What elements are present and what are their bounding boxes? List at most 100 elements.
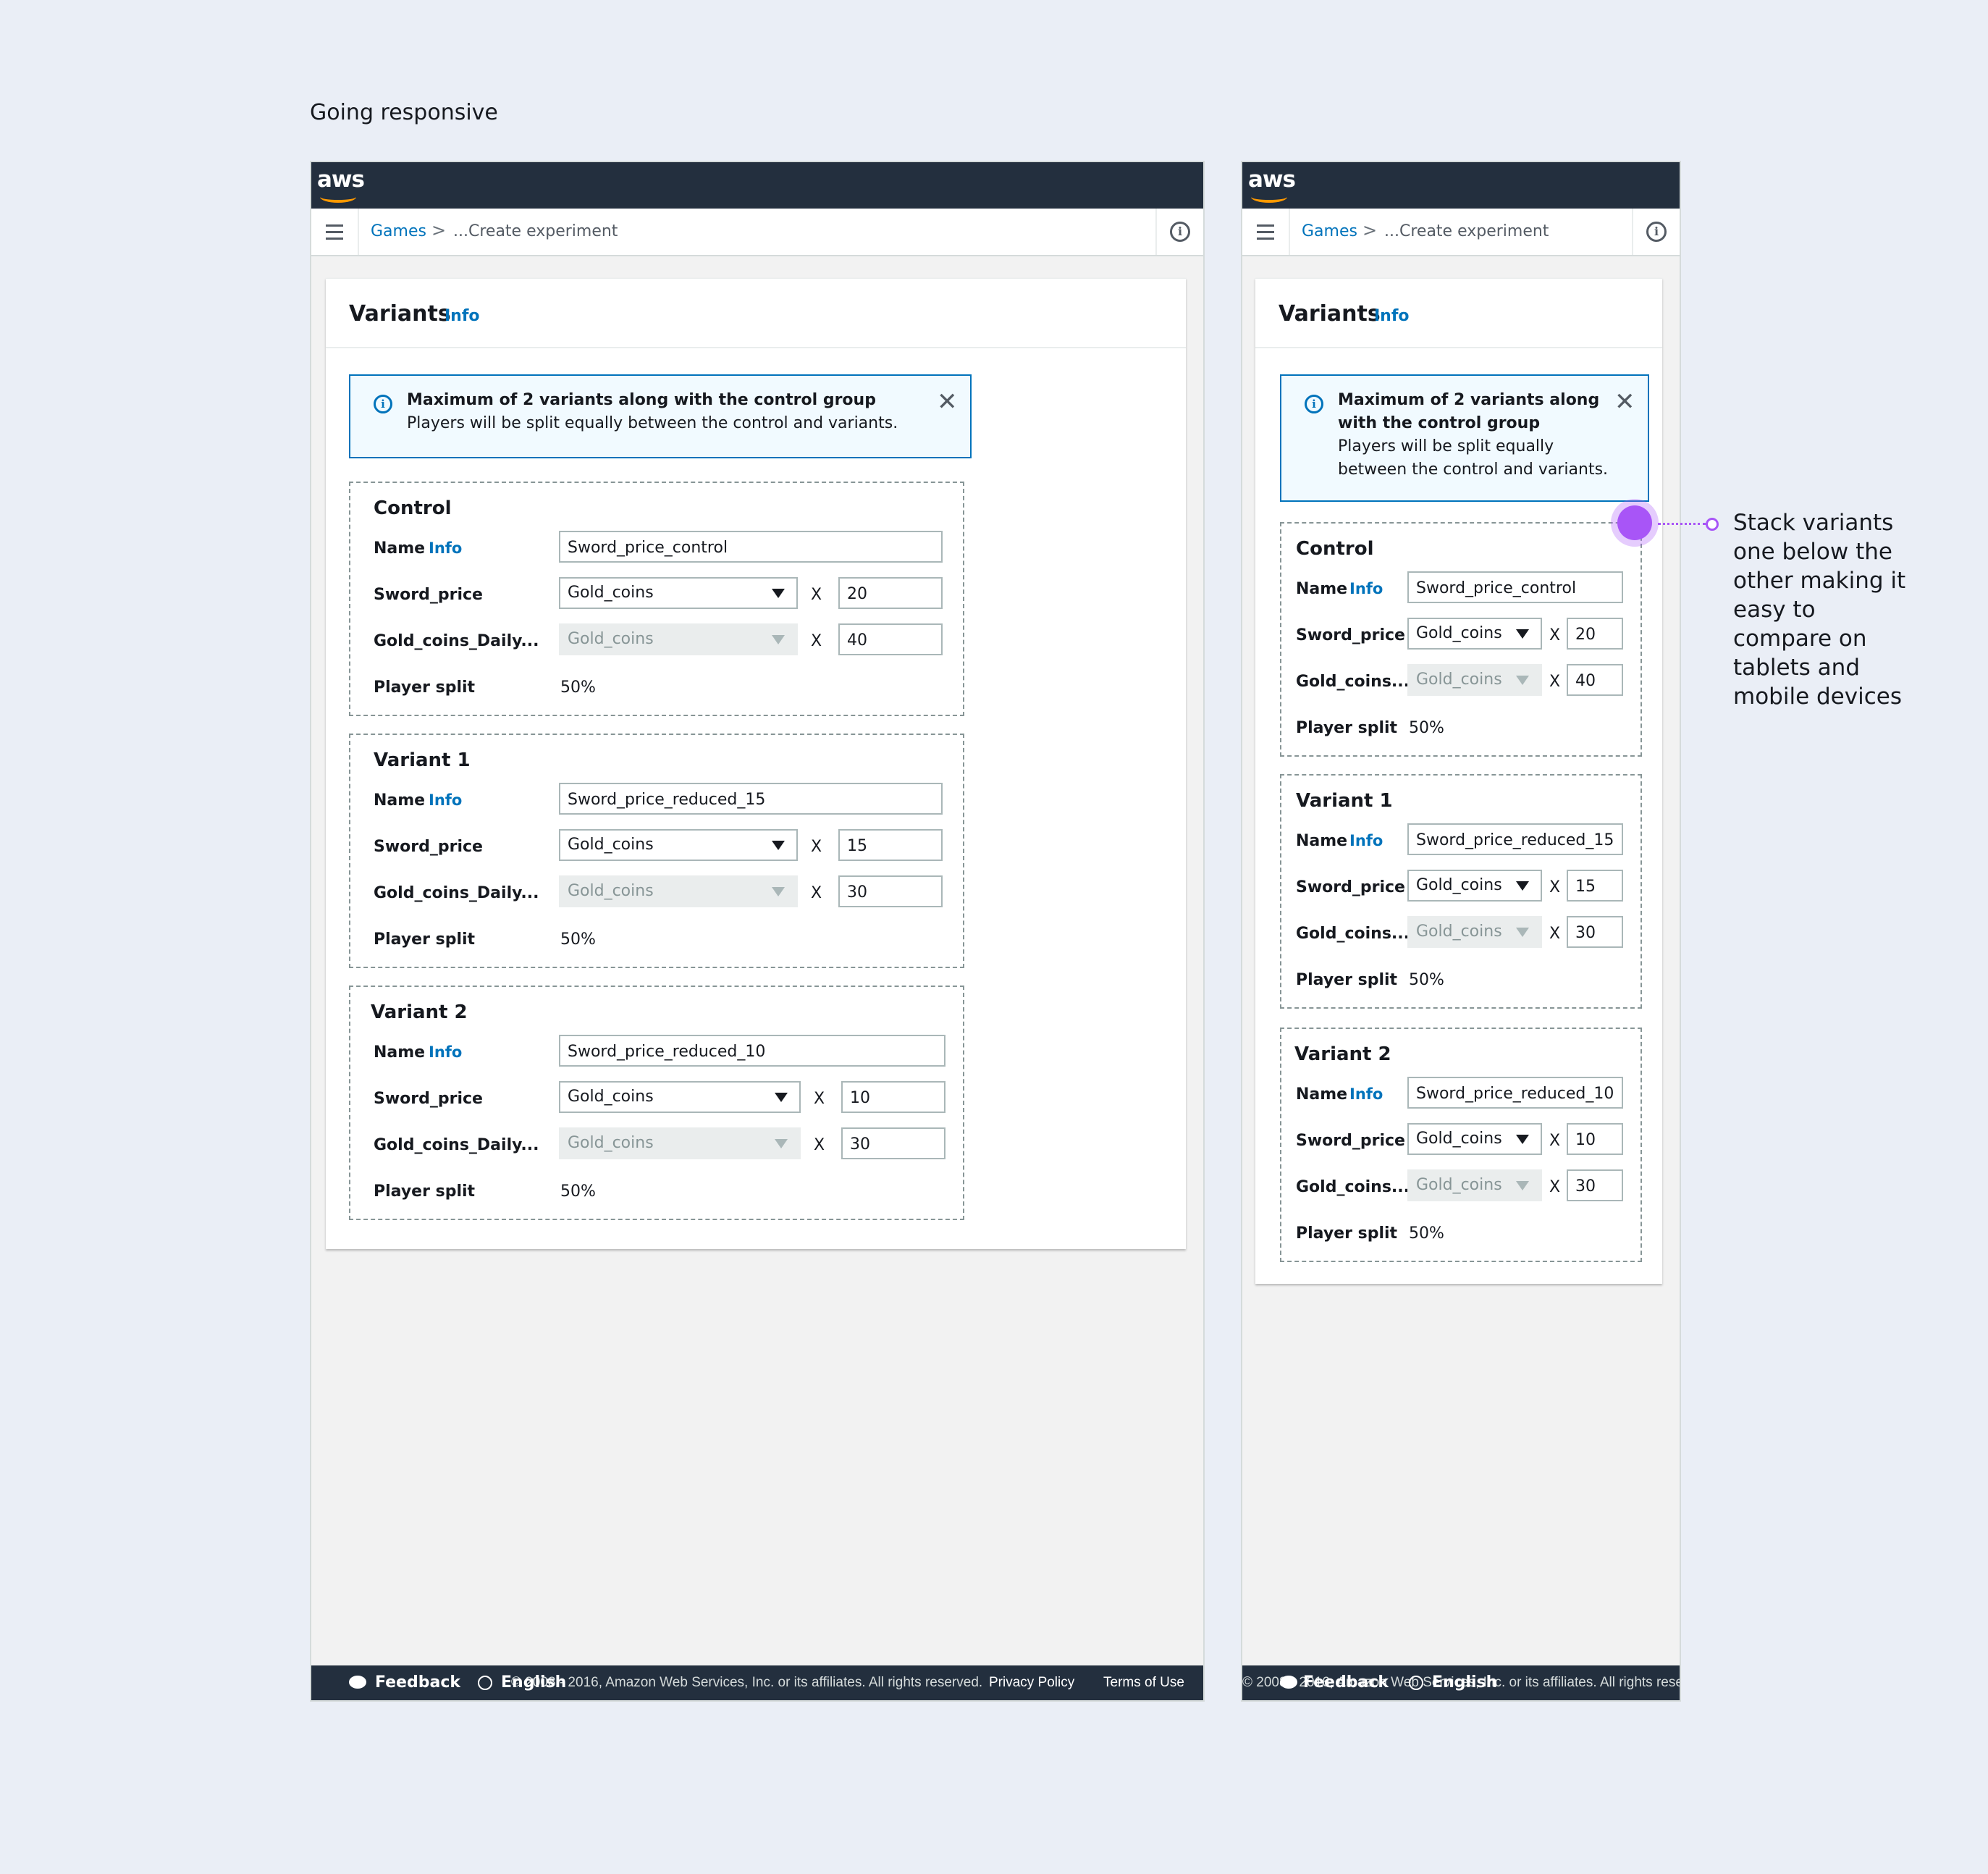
price-input[interactable]: 20	[838, 577, 943, 609]
callout-line-6: tablets and	[1733, 655, 1860, 681]
daily-input[interactable]: 30	[841, 1127, 945, 1159]
sword-price-label: Sword_price	[374, 1090, 483, 1108]
variant-group-1: Variant 1 Name Info Sword_price_reduced_…	[349, 734, 964, 968]
daily-input[interactable]: 30	[838, 875, 943, 907]
currency-select[interactable]: Gold_coins	[1407, 618, 1542, 650]
breadcrumb-current: ...Create experiment	[453, 222, 618, 240]
player-split-value: 50%	[560, 1182, 596, 1201]
multiply-label: X	[814, 1136, 825, 1154]
close-icon[interactable]: ✕	[1614, 387, 1635, 416]
daily-label: Gold_coins...	[1296, 1178, 1410, 1196]
player-split-label: Player split	[374, 930, 476, 949]
caret-down-icon	[775, 1139, 788, 1148]
feedback-link[interactable]: Feedback	[375, 1673, 460, 1692]
daily-label: Gold_coins_Daily...	[374, 632, 539, 650]
multiply-label: X	[1549, 1132, 1561, 1150]
info-circle-icon: i	[1646, 222, 1667, 242]
info-link[interactable]: Info	[1374, 307, 1410, 325]
alert-body-line-1: Players will be split equally	[1338, 437, 1554, 455]
currency-select[interactable]: Gold_coins	[559, 829, 798, 861]
terms-of-use-link[interactable]: Terms of Use	[1103, 1675, 1184, 1691]
player-split-label: Player split	[374, 1182, 476, 1201]
info-link[interactable]: Info	[445, 307, 480, 325]
currency-select[interactable]: Gold_coins	[1407, 1123, 1542, 1155]
variant-group-2: Variant 2 Name Info Sword_price_reduced_…	[1280, 1028, 1642, 1262]
help-panel-toggle[interactable]: i	[1632, 209, 1680, 255]
currency-select[interactable]: Gold_coins	[559, 1081, 801, 1113]
daily-input[interactable]: 30	[1567, 916, 1623, 948]
language-selector[interactable]: English	[1432, 1673, 1497, 1692]
caret-down-icon	[1516, 1181, 1529, 1190]
price-input[interactable]: 10	[841, 1081, 945, 1113]
name-input[interactable]: Sword_price_reduced_15	[559, 783, 943, 815]
sword-price-label: Sword_price	[1296, 1132, 1405, 1150]
name-info-link[interactable]: Info	[1349, 580, 1383, 597]
help-panel-toggle[interactable]: i	[1155, 209, 1203, 255]
variant-group-control: Control Name Info Sword_price_control Sw…	[349, 482, 964, 716]
name-input[interactable]: Sword_price_control	[1407, 571, 1623, 603]
price-input[interactable]: 15	[838, 829, 943, 861]
caret-down-icon	[1516, 676, 1529, 685]
callout-endpoint	[1706, 518, 1719, 531]
alert-body: Players will be split equally between th…	[407, 414, 898, 432]
daily-input[interactable]: 30	[1567, 1169, 1623, 1201]
sword-price-label: Sword_price	[374, 838, 483, 856]
price-input[interactable]: 10	[1567, 1123, 1623, 1155]
aws-logo[interactable]: aws	[317, 167, 365, 203]
aws-logo[interactable]: aws	[1248, 167, 1296, 203]
breadcrumb-games-link[interactable]: Games	[371, 222, 426, 240]
callout-line-7: mobile devices	[1733, 684, 1902, 710]
player-split-value: 50%	[1409, 1224, 1444, 1243]
name-input[interactable]: Sword_price_reduced_10	[559, 1035, 945, 1067]
feedback-link[interactable]: Feedback	[1303, 1673, 1389, 1692]
breadcrumb-current: ...Create experiment	[1384, 222, 1549, 240]
player-split-value: 50%	[1409, 719, 1444, 737]
currency-select[interactable]: Gold_coins	[1407, 870, 1542, 902]
daily-input[interactable]: 40	[838, 623, 943, 655]
group-title: Variant 2	[371, 1001, 468, 1023]
daily-label: Gold_coins_Daily...	[374, 1136, 539, 1154]
multiply-label: X	[814, 1090, 825, 1108]
callout-connector	[1658, 523, 1706, 525]
hamburger-menu-icon[interactable]	[1242, 209, 1290, 255]
currency-select[interactable]: Gold_coins	[559, 577, 798, 609]
hamburger-menu-icon[interactable]	[311, 209, 359, 255]
select-value: Gold_coins	[1416, 876, 1502, 894]
alert-title: Maximum of 2 variants along with the con…	[407, 391, 876, 409]
name-info-link[interactable]: Info	[1349, 832, 1383, 849]
name-input[interactable]: Sword_price_reduced_15	[1407, 823, 1623, 855]
price-input[interactable]: 15	[1567, 870, 1623, 902]
name-input[interactable]: Sword_price_reduced_10	[1407, 1077, 1623, 1109]
variant-group-2: Variant 2 Name Info Sword_price_reduced_…	[349, 986, 964, 1220]
privacy-policy-link[interactable]: Privacy Policy	[989, 1675, 1074, 1691]
callout-line-3: other making it	[1733, 568, 1906, 594]
multiply-label: X	[811, 884, 822, 902]
price-input[interactable]: 20	[1567, 618, 1623, 650]
daily-currency-select: Gold_coins	[1407, 916, 1542, 948]
caret-down-icon	[1516, 629, 1529, 639]
name-label: Name	[1296, 832, 1348, 850]
daily-input[interactable]: 40	[1567, 664, 1623, 696]
name-info-link[interactable]: Info	[429, 539, 462, 557]
multiply-label: X	[811, 586, 822, 604]
caret-down-icon	[775, 1093, 788, 1102]
close-icon[interactable]: ✕	[937, 387, 958, 416]
name-info-link[interactable]: Info	[429, 791, 462, 809]
globe-icon	[1409, 1676, 1423, 1690]
container-title: Variants	[1279, 301, 1381, 327]
select-value: Gold_coins	[568, 1134, 654, 1152]
breadcrumb-games-link[interactable]: Games	[1302, 222, 1357, 240]
name-input[interactable]: Sword_price_control	[559, 531, 943, 563]
info-circle-icon: i	[374, 395, 392, 413]
callout-marker	[1617, 505, 1652, 540]
globe-icon	[478, 1676, 492, 1690]
name-label: Name	[1296, 580, 1348, 598]
name-info-link[interactable]: Info	[1349, 1085, 1383, 1103]
language-selector[interactable]: English	[501, 1673, 566, 1692]
select-value: Gold_coins	[568, 882, 654, 900]
container-header: Variants Info	[326, 279, 1186, 348]
top-navigation: aws	[311, 162, 1203, 209]
player-split-value: 50%	[1409, 971, 1444, 989]
name-info-link[interactable]: Info	[429, 1043, 462, 1061]
caret-down-icon	[772, 887, 785, 896]
